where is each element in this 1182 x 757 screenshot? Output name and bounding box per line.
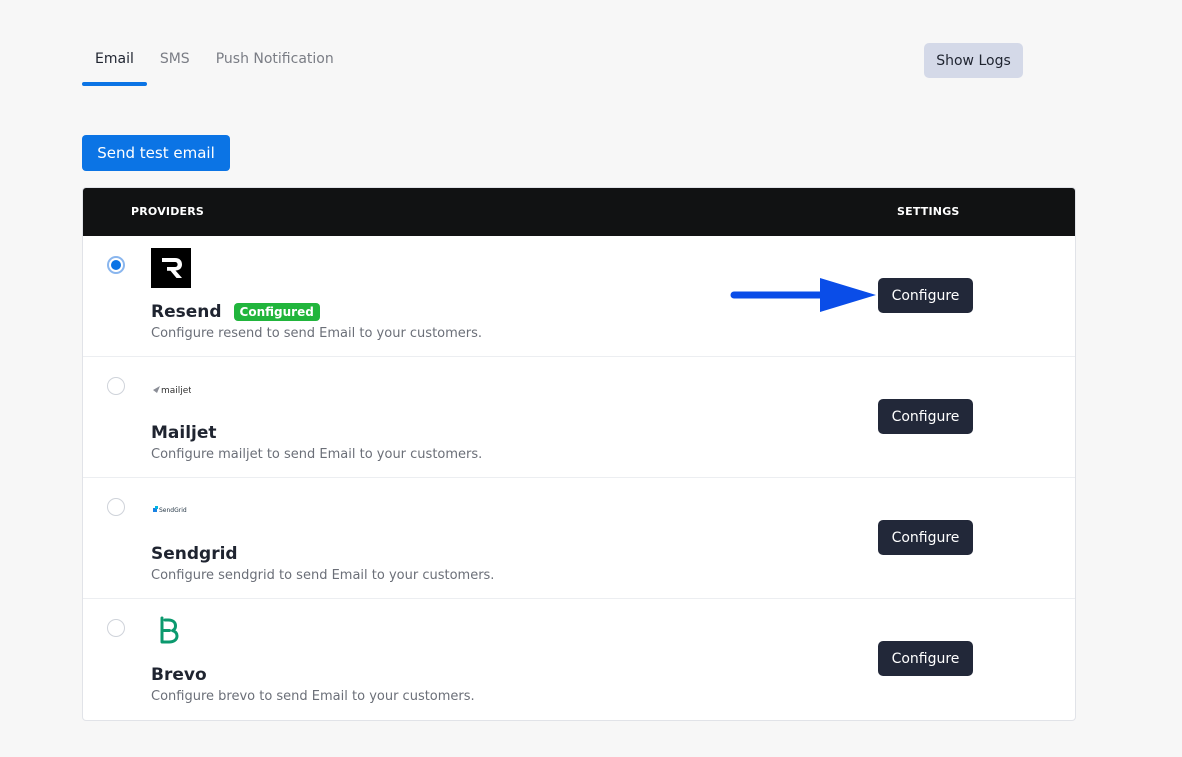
tab-sms[interactable]: SMS bbox=[147, 46, 203, 83]
provider-name: Sendgrid bbox=[151, 544, 238, 564]
channel-tabs: Email SMS Push Notification bbox=[82, 46, 347, 88]
show-logs-button[interactable]: Show Logs bbox=[924, 43, 1023, 78]
configure-button-brevo[interactable]: Configure bbox=[878, 641, 973, 676]
provider-row-sendgrid: SendGrid Sendgrid Configure sendgrid to … bbox=[83, 478, 1075, 599]
sendgrid-logo: SendGrid bbox=[151, 490, 191, 530]
provider-name: Brevo bbox=[151, 665, 207, 685]
provider-description: Configure brevo to send Email to your cu… bbox=[151, 689, 475, 704]
provider-name-line: Sendgrid bbox=[151, 544, 238, 564]
provider-name-line: Mailjet bbox=[151, 423, 217, 443]
configure-button-mailjet[interactable]: Configure bbox=[878, 399, 973, 434]
provider-row-brevo: Brevo Configure brevo to send Email to y… bbox=[83, 599, 1075, 720]
brevo-logo bbox=[151, 611, 191, 651]
configure-button-sendgrid[interactable]: Configure bbox=[878, 520, 973, 555]
configured-badge: Configured bbox=[233, 303, 320, 321]
providers-table: PROVIDERS SETTINGS Resend Configured Con… bbox=[82, 187, 1076, 721]
provider-name: Resend bbox=[151, 302, 222, 322]
resend-logo bbox=[151, 248, 191, 288]
provider-radio-sendgrid[interactable] bbox=[107, 498, 125, 516]
table-header: PROVIDERS SETTINGS bbox=[83, 188, 1075, 236]
mailjet-logo: mailjet bbox=[151, 369, 192, 409]
provider-name-line: Brevo bbox=[151, 665, 207, 685]
sendgrid-logo-text: SendGrid bbox=[159, 507, 187, 514]
provider-radio-mailjet[interactable] bbox=[107, 377, 125, 395]
provider-radio-brevo[interactable] bbox=[107, 619, 125, 637]
provider-description: Configure resend to send Email to your c… bbox=[151, 326, 483, 341]
provider-row-resend: Resend Configured Configure resend to se… bbox=[83, 236, 1075, 357]
provider-row-mailjet: mailjet Mailjet Configure mailjet to sen… bbox=[83, 357, 1075, 478]
provider-name: Mailjet bbox=[151, 423, 217, 443]
provider-description: Configure sendgrid to send Email to your… bbox=[151, 568, 495, 583]
header-providers: PROVIDERS bbox=[131, 205, 205, 218]
mailjet-logo-text: mailjet bbox=[161, 386, 191, 396]
provider-name-line: Resend Configured bbox=[151, 302, 320, 322]
configure-button-resend[interactable]: Configure bbox=[878, 278, 973, 313]
provider-radio-resend[interactable] bbox=[107, 256, 125, 274]
provider-description: Configure mailjet to send Email to your … bbox=[151, 447, 483, 462]
tab-push-notification[interactable]: Push Notification bbox=[203, 46, 347, 83]
header-settings: SETTINGS bbox=[897, 205, 960, 218]
tab-email[interactable]: Email bbox=[82, 46, 147, 86]
annotation-arrow-icon bbox=[730, 278, 876, 312]
send-test-email-button[interactable]: Send test email bbox=[82, 135, 230, 171]
